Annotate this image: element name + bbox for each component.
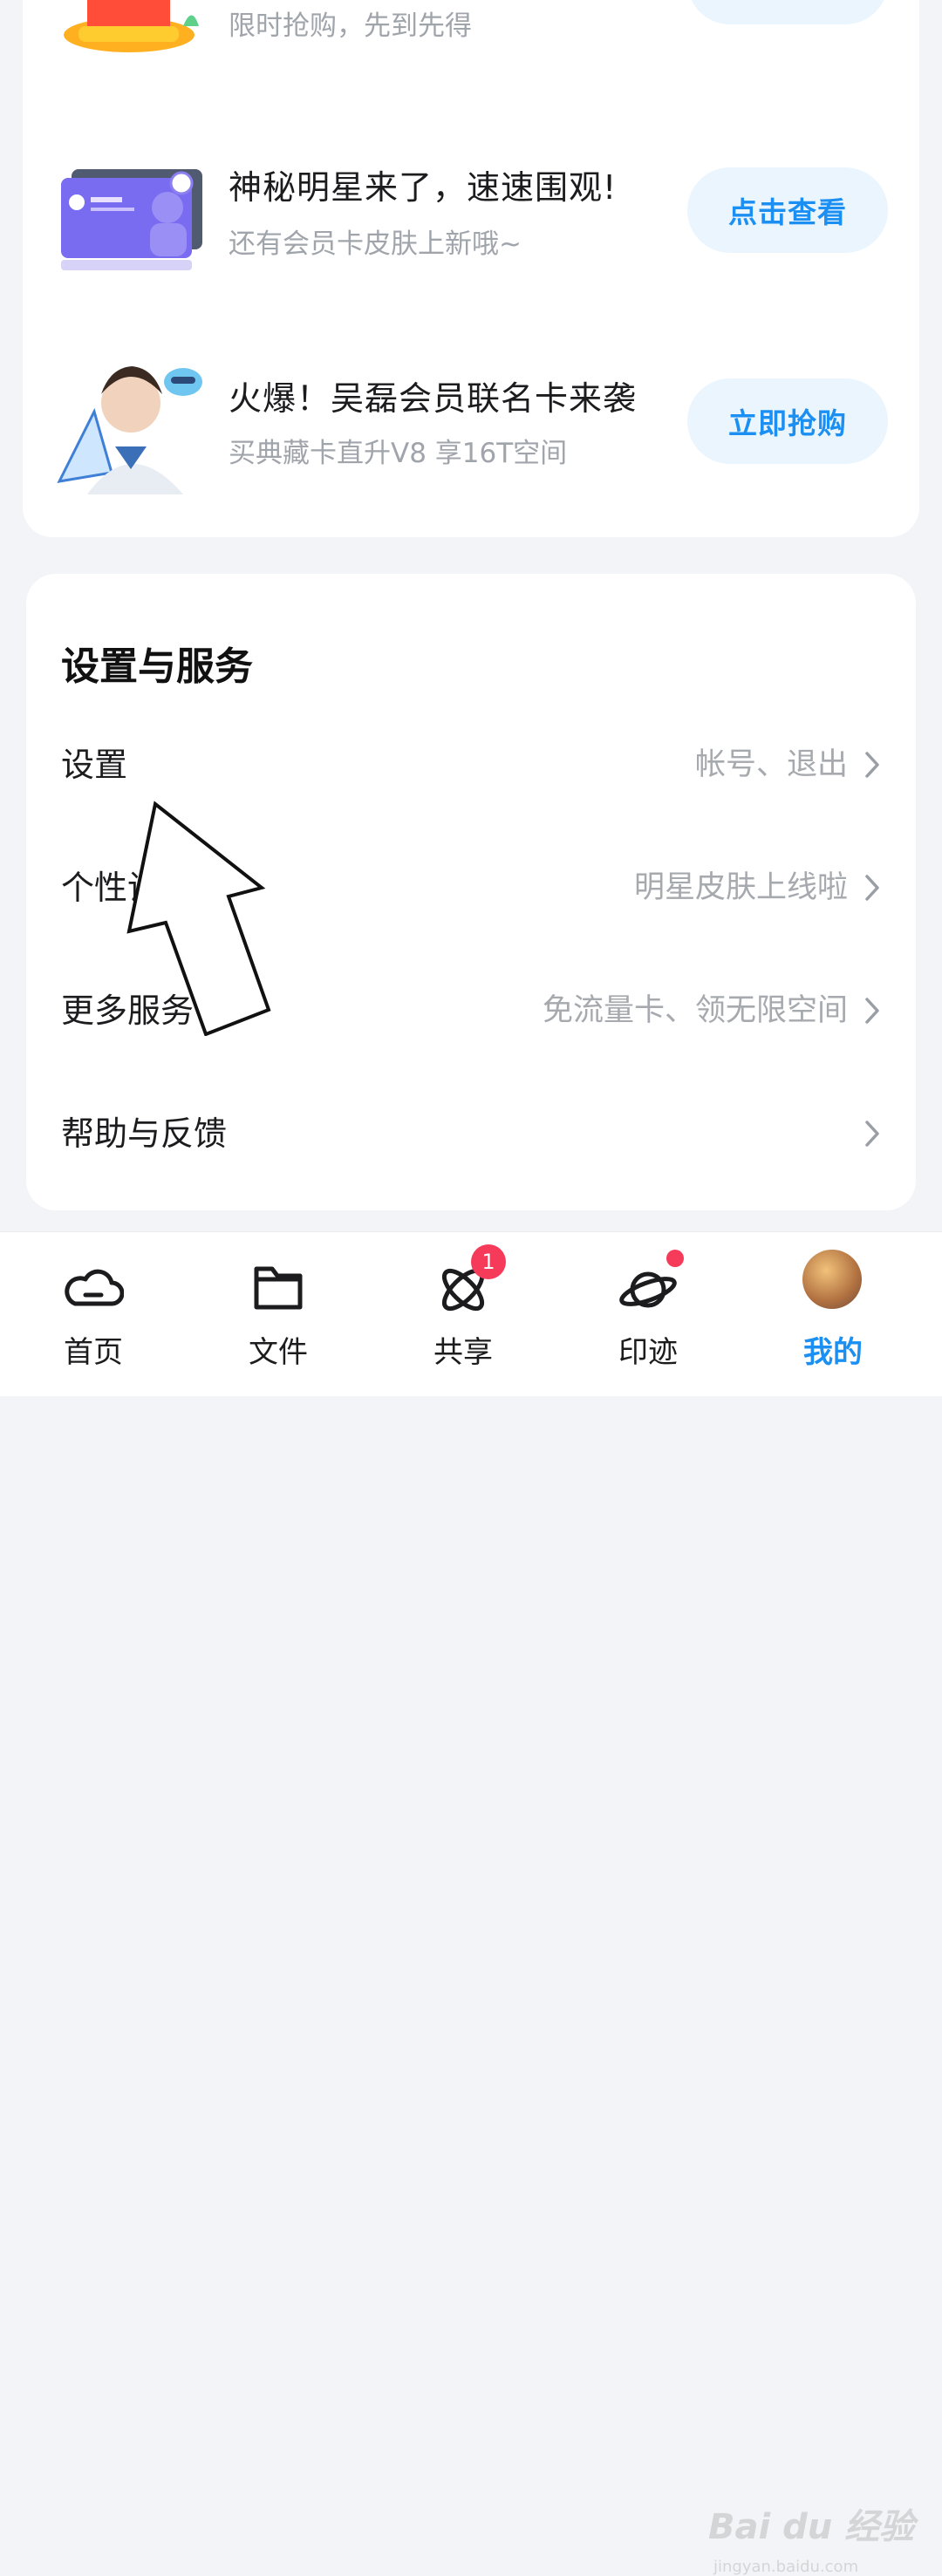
nav-item-home[interactable]: 首页 <box>28 1232 159 1396</box>
chevron-right-icon <box>865 875 879 901</box>
menu-item-hint: 免流量卡、领无限空间 <box>542 993 848 1028</box>
menu-item-hint: 帐号、退出 <box>694 747 848 782</box>
menu-item-help-feedback[interactable]: 帮助与反馈 <box>26 1084 916 1189</box>
watermark-logo: Bai du 经验 <box>708 2507 915 2547</box>
nav-item-mine[interactable]: 我的 <box>768 1232 898 1396</box>
promo-row-flash-sale[interactable]: 限时抢购，先到先得 立即抢购 <box>23 0 919 78</box>
co-brand-card-buy-button[interactable]: 立即抢购 <box>687 378 888 464</box>
nav-label: 首页 <box>64 1335 123 1370</box>
bottom-nav: 首页 文件 1 共享 印迹 我的 Bai du 经验 jingyan.baidu… <box>0 1231 942 2576</box>
nav-label: 文件 <box>249 1335 308 1370</box>
chevron-right-icon <box>865 998 879 1024</box>
nav-label: 印迹 <box>618 1335 678 1370</box>
watermark-url: jingyan.baidu.com <box>713 2558 859 2576</box>
folder-icon <box>254 1266 303 1310</box>
promo-title: 神秘明星来了，速速围观! <box>229 168 618 207</box>
promo-row-co-brand-card[interactable]: 火爆！吴磊会员联名卡来袭 买典藏卡直升V8 享16T空间 立即抢购 <box>23 358 919 497</box>
promo-title: 火爆！吴磊会员联名卡来袭 <box>229 379 638 418</box>
unread-dot <box>666 1250 684 1267</box>
cloud-home-icon <box>65 1269 124 1306</box>
nav-item-footprint[interactable]: 印迹 <box>583 1232 713 1396</box>
annotation-arrow-icon <box>126 801 271 1036</box>
menu-item-hint: 明星皮肤上线啦 <box>633 870 848 905</box>
notification-badge: 1 <box>471 1244 506 1279</box>
planet-icon <box>619 1271 677 1308</box>
menu-item-label: 帮助与反馈 <box>61 1114 228 1153</box>
promo-row-star-skin[interactable]: 神秘明星来了，速速围观! 还有会员卡皮肤上新哦~ 点击查看 <box>23 148 919 288</box>
nav-item-files[interactable]: 文件 <box>213 1232 344 1396</box>
nav-label: 我的 <box>803 1335 863 1370</box>
discount-coupon-icon <box>64 0 199 52</box>
avatar <box>802 1250 862 1309</box>
chevron-right-icon <box>865 752 879 778</box>
section-title: 设置与服务 <box>61 644 253 689</box>
member-card-skin-icon <box>61 169 202 270</box>
menu-item-label: 设置 <box>61 746 128 784</box>
chevron-right-icon <box>865 1121 879 1147</box>
view-star-skin-button[interactable]: 点击查看 <box>687 167 888 253</box>
celebrity-photo <box>57 366 202 494</box>
promo-subtitle: 还有会员卡皮肤上新哦~ <box>229 228 522 260</box>
promo-card: 限时抢购，先到先得 立即抢购 神秘明星来了，速速围观! 还有会员卡皮肤上新哦~ … <box>23 0 919 537</box>
flash-sale-buy-button[interactable]: 立即抢购 <box>687 0 888 24</box>
promo-subtitle: 买典藏卡直升V8 享16T空间 <box>229 438 568 469</box>
nav-item-share[interactable]: 1 共享 <box>398 1232 529 1396</box>
nav-label: 共享 <box>433 1335 493 1370</box>
promo-subtitle: 限时抢购，先到先得 <box>229 10 472 42</box>
